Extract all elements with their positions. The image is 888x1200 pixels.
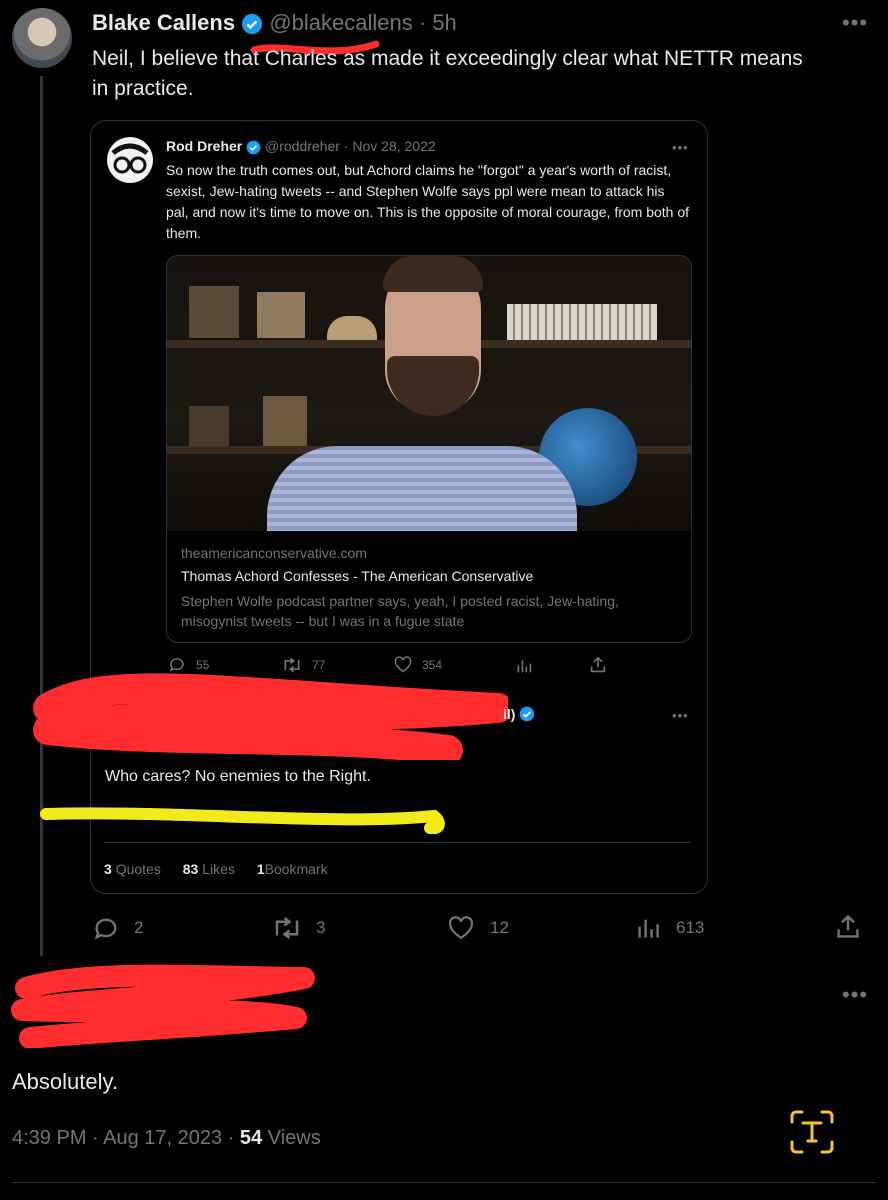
tweet-time[interactable]: · 5h xyxy=(419,10,457,35)
like-count: 12 xyxy=(490,918,509,937)
views-count: 613 xyxy=(676,918,705,937)
reply-timestamp[interactable]: 4:39 PM · Aug 17, 2023 · xyxy=(12,1127,240,1149)
bookmark-stat[interactable]: 1Bookmark xyxy=(257,861,328,877)
inner-tweet-header: Rod Dreher @roddreher · Nov 28, 2022 xyxy=(166,138,436,155)
quotes-label: Quotes xyxy=(115,861,161,877)
main-tweet-line-1: Neil, I believe that Charles as made it … xyxy=(92,47,803,70)
verified-icon xyxy=(519,706,535,722)
retweet-icon xyxy=(272,915,302,941)
share-icon[interactable] xyxy=(836,914,860,940)
author-handle[interactable]: @blakecallens xyxy=(269,10,412,35)
reply-views-count: 54 xyxy=(239,1127,263,1149)
share-icon[interactable] xyxy=(590,656,606,674)
more-icon[interactable]: ••• xyxy=(842,12,868,34)
more-icon[interactable]: ••• xyxy=(672,709,689,722)
dreher-avatar[interactable] xyxy=(107,137,153,183)
views-action[interactable]: 613 xyxy=(636,916,704,940)
views-icon xyxy=(636,916,660,940)
more-icon[interactable]: ••• xyxy=(672,141,689,154)
link-domain: theamericanconservative.com xyxy=(181,545,367,561)
reply-action[interactable]: 2 xyxy=(92,915,143,941)
quoted-author-tail: il) xyxy=(503,706,535,722)
verified-icon xyxy=(241,13,263,35)
quoted-footer-divider xyxy=(104,842,690,843)
inner-handle-date[interactable]: @roddreher · Nov 28, 2022 xyxy=(265,138,436,154)
bookmark-count: 1 xyxy=(256,861,265,877)
inner-author-name[interactable]: Rod Dreher xyxy=(166,138,242,154)
inner-tweet-text: So now the truth comes out, but Achord c… xyxy=(166,162,690,241)
main-tweet-line-2: in practice. xyxy=(92,77,194,100)
like-icon xyxy=(448,916,474,940)
reply-meta: 4:39 PM · Aug 17, 2023 · 54 Views xyxy=(12,1127,321,1150)
text-scan-icon[interactable] xyxy=(788,1108,836,1156)
link-preview-image xyxy=(167,256,691,531)
likes-count: 83 xyxy=(182,861,199,877)
red-scribble-author xyxy=(28,664,513,765)
retweet-action[interactable]: 3 xyxy=(272,915,325,941)
quotes-stat[interactable]: 3 Quotes xyxy=(104,861,165,877)
like-action[interactable]: 12 xyxy=(448,916,509,940)
retweet-count: 3 xyxy=(316,918,326,937)
verified-icon xyxy=(246,140,261,155)
reply-icon xyxy=(92,915,120,941)
reply-views-label: Views xyxy=(267,1127,321,1149)
main-tweet-header: Blake Callens @blakecallens · 5h xyxy=(92,10,457,36)
likes-label: Likes xyxy=(202,861,235,877)
reply-text: Absolutely. xyxy=(12,1069,118,1094)
bottom-divider xyxy=(12,1182,876,1183)
likes-stat[interactable]: 83 Likes xyxy=(183,861,239,877)
quoted-tweet-text: Who cares? No enemies to the Right. xyxy=(105,768,371,785)
author-name[interactable]: Blake Callens xyxy=(92,10,235,35)
bookmark-label: Bookmark xyxy=(264,861,328,877)
link-preview-card[interactable]: theamericanconservative.com Thomas Achor… xyxy=(166,255,692,643)
main-tweet-text: Neil, I believe that Charles as made it … xyxy=(92,44,877,104)
red-scribble-reply-author xyxy=(4,958,324,1053)
link-description: Stephen Wolfe podcast partner says, yeah… xyxy=(181,593,619,629)
yellow-scribble xyxy=(36,800,456,839)
blake-avatar[interactable] xyxy=(12,8,72,68)
quoted-footer: 3 Quotes 83 Likes 1Bookmark xyxy=(104,861,328,877)
reply-count: 2 xyxy=(134,918,144,937)
link-title: Thomas Achord Confesses - The American C… xyxy=(181,568,534,584)
more-icon[interactable]: ••• xyxy=(842,984,868,1006)
quotes-count: 3 xyxy=(104,861,112,877)
views-icon[interactable] xyxy=(516,658,532,674)
